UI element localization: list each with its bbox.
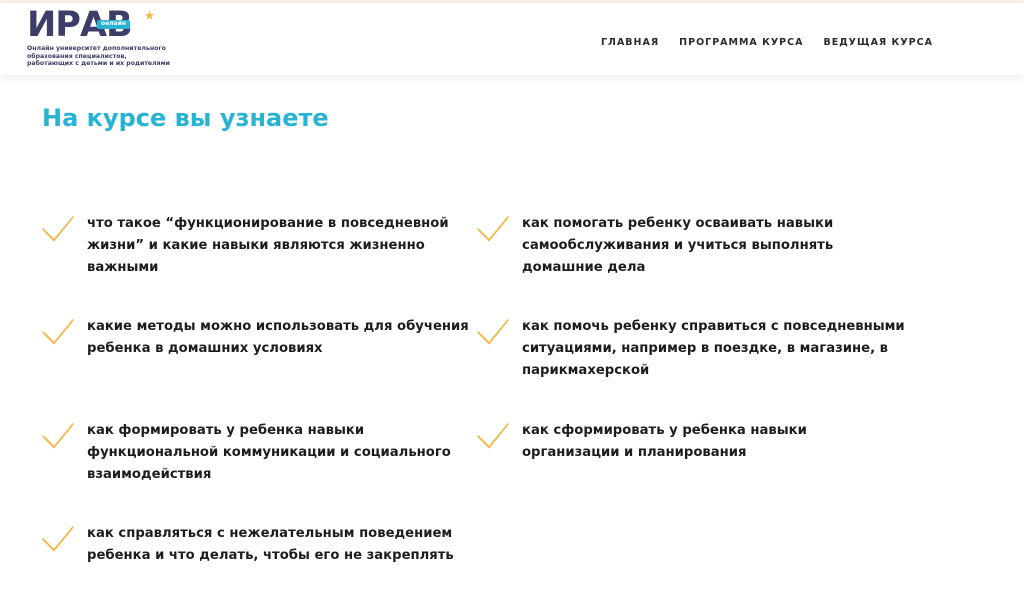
item-line: самообслуживания и учиться выполнять (522, 238, 834, 253)
section-title: На курсе вы узнаете (42, 104, 329, 132)
item-line: ребенка и что делать, чтобы его не закре… (87, 548, 454, 563)
item-line: жизни” и какие навыки являются жизненно (87, 238, 425, 253)
nav-link-instructor[interactable]: ВЕДУЩАЯ КУРСА (823, 37, 932, 48)
item-line: как формировать у ребенка навыки (87, 423, 365, 438)
list-item-text: какие методы можно использовать для обуч… (87, 316, 469, 360)
list-item-text: как справляться с нежелательным поведени… (87, 523, 454, 567)
item-line: домашние дела (522, 260, 646, 275)
checkmark-icon (42, 526, 74, 552)
item-line: организации и планирования (522, 445, 747, 460)
checkmark-icon (477, 216, 509, 242)
nav-link-program[interactable]: ПРОГРАММА КУРСА (679, 37, 803, 48)
item-line: как сформировать у ребенка навыки (522, 423, 807, 438)
list-item: как сформировать у ребенка навыки органи… (476, 420, 807, 464)
list-item-text: что такое “функционирование в повседневн… (87, 213, 449, 279)
logo-caption-line: работающих с детьми и их родителями (27, 60, 170, 67)
item-line: взаимодействия (87, 467, 212, 482)
item-line: как помочь ребенку справиться с повседне… (522, 319, 905, 334)
item-line: какие методы можно использовать для обуч… (87, 319, 469, 334)
nav-link-home[interactable]: ГЛАВНАЯ (601, 37, 659, 48)
item-line: что такое “функционирование в повседневн… (87, 216, 449, 231)
logo[interactable]: ИРАВ онлайн Онлайн университет дополните… (27, 8, 177, 72)
list-item: что такое “функционирование в повседневн… (41, 213, 449, 279)
site-header: ИРАВ онлайн Онлайн университет дополните… (0, 3, 1024, 75)
item-line: как справляться с нежелательным поведени… (87, 526, 453, 541)
list-item: как формировать у ребенка навыки функцио… (41, 420, 451, 486)
list-item-text: как сформировать у ребенка навыки органи… (522, 420, 807, 464)
checkmark-icon (42, 319, 74, 345)
item-line: ребенка в домашних условиях (87, 341, 323, 356)
list-item-text: как формировать у ребенка навыки функцио… (87, 420, 451, 486)
item-line: важными (87, 260, 159, 275)
list-item-text: как помочь ребенку справиться с повседне… (522, 316, 905, 382)
logo-online-badge: онлайн (97, 20, 131, 29)
list-item: как помочь ребенку справиться с повседне… (476, 316, 905, 382)
item-line: ситуациями, например в поездке, в магази… (522, 341, 889, 356)
main-nav: ГЛАВНАЯ ПРОГРАММА КУРСА ВЕДУЩАЯ КУРСА (601, 37, 953, 48)
checkmark-icon (42, 216, 74, 242)
list-item-text: как помогать ребенку осваивать навыки са… (522, 213, 833, 279)
logo-caption-line: образования специалистов, (27, 52, 127, 60)
list-item: как справляться с нежелательным поведени… (41, 523, 454, 567)
checkmark-icon (477, 423, 509, 449)
item-line: парикмахерской (522, 363, 650, 378)
list-item: как помогать ребенку осваивать навыки са… (476, 213, 833, 279)
star-icon (145, 11, 154, 20)
checkmark-icon (477, 319, 509, 345)
item-line: функциональной коммуникации и социальног… (87, 445, 451, 460)
logo-caption: Онлайн университет дополнительного образ… (27, 45, 177, 68)
list-item: какие методы можно использовать для обуч… (41, 316, 469, 360)
checkmark-icon (42, 423, 74, 449)
logo-caption-line: Онлайн университет дополнительного (27, 45, 166, 52)
item-line: как помогать ребенку осваивать навыки (522, 216, 834, 231)
